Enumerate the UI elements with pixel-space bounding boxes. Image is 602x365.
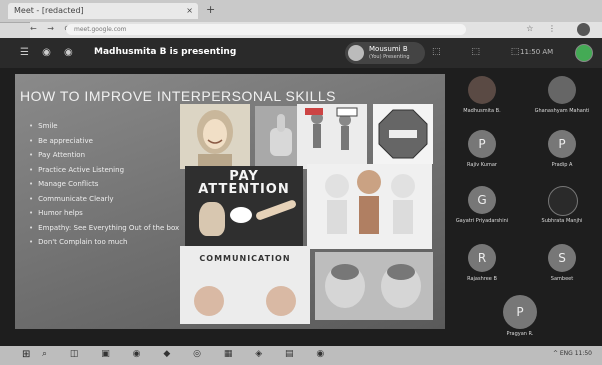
pointing-finger [254, 199, 298, 221]
browser-tab[interactable]: Meet - [redacted] × [8, 3, 198, 19]
browser-tab-strip: Meet - [redacted] × + [0, 0, 602, 23]
presenter-subtitle: (You) Presenting [369, 54, 410, 60]
stop-sign-icon [378, 109, 428, 159]
participant-name: Ghanashyam Mahanti [534, 108, 590, 114]
heads-illustration [325, 264, 421, 308]
bullet-item: Smile [29, 119, 179, 134]
start-icon[interactable]: ⊞ [22, 349, 30, 360]
windows-taskbar: ⊞ ⌕ ◫ ▣ ◉ ◆ ◎ ▦ ◈ ▤ ◉ ^ ENG 11:50 [0, 346, 602, 365]
avatar [348, 45, 364, 61]
avatar: P [468, 130, 496, 158]
teamwork-image [307, 164, 432, 249]
participant-tile[interactable]: G Gayatri Priyadarshini [452, 184, 512, 232]
participant-name: Rajiv Kumar [467, 162, 497, 168]
speech-bubble [229, 206, 253, 224]
participant-name: Sambeet [550, 276, 574, 282]
tab-title: Meet - [redacted] [14, 6, 84, 15]
participant-tile[interactable]: Ghanashyam Mahanti [532, 74, 592, 122]
smile-illustration [197, 110, 233, 169]
presenting-banner: Madhusmita B is presenting [94, 47, 237, 57]
avatar: P [503, 295, 537, 329]
presentation-slide: HOW TO IMPROVE INTERPERSONAL SKILLS Smil… [15, 74, 445, 329]
bullet-item: Communicate Clearly [29, 192, 179, 207]
new-tab-icon[interactable]: + [206, 3, 215, 16]
participant-tile[interactable]: Subhrata Manjhi [532, 184, 592, 232]
presenter-chip[interactable]: Mousumi B (You) Presenting [345, 42, 425, 64]
avatar: S [548, 244, 576, 272]
taskbar-app-icons[interactable]: ⌕ ◫ ▣ ◉ ◆ ◎ ▦ ◈ ▤ ◉ [42, 349, 334, 359]
avatar: G [468, 186, 496, 214]
participant-name: Pradip A [551, 162, 573, 168]
avatar: R [468, 244, 496, 272]
bullet-item: Practice Active Listening [29, 163, 179, 178]
figures-illustration [305, 107, 358, 150]
figure-left [194, 286, 224, 316]
bullet-item: Humor helps [29, 206, 179, 221]
communication-text: COMMUNICATION [199, 254, 291, 263]
bullet-item: Don't Complain too much [29, 235, 179, 250]
stop-sign-image [373, 104, 433, 164]
participant-name: Subhrata Manjhi [541, 218, 583, 224]
avatar [468, 76, 496, 104]
extension-icons[interactable]: ☆ ⋮ [526, 24, 562, 33]
meet-header: ☰ ◉ ◉ Madhusmita B is presenting Mousumi… [0, 38, 602, 68]
participant-tile[interactable]: R Rajashree B [452, 242, 512, 290]
pay-attention-image: PAY ATTENTION [185, 166, 303, 246]
participant-tile[interactable]: Madhusmita B. [452, 74, 512, 122]
bullet-item: Be appreciative [29, 134, 179, 149]
presenter-name: Mousumi B [369, 45, 408, 53]
avatar [548, 76, 576, 104]
communication-image: COMMUNICATION [180, 246, 310, 324]
participant-name: Madhusmita B. [463, 108, 501, 114]
listener-figure [199, 202, 225, 236]
bullet-item: Pay Attention [29, 148, 179, 163]
bullet-item: Manage Conflicts [29, 177, 179, 192]
slide-title: HOW TO IMPROVE INTERPERSONAL SKILLS [20, 88, 336, 104]
participant-tile[interactable]: P Pradip A [532, 128, 592, 176]
clock: 11:50 AM [520, 48, 554, 56]
system-tray[interactable]: ^ ENG 11:50 [553, 350, 592, 357]
profile-icon[interactable] [577, 23, 590, 36]
participant-tile[interactable]: S Sambeet [532, 242, 592, 290]
header-tool-icons[interactable]: ⬚ ⬚ ⬚ [432, 47, 533, 57]
smile-image [180, 104, 250, 169]
pay-attention-text: PAY ATTENTION [198, 169, 290, 197]
participant-name: Rajashree B [467, 276, 497, 282]
bullet-list: Smile Be appreciative Pay Attention Prac… [29, 119, 179, 250]
participant-name: Gayatri Priyadarshini [455, 218, 509, 224]
browser-toolbar: ← → ⟳ meet.google.com ☆ ⋮ [30, 22, 602, 38]
close-icon[interactable]: × [186, 3, 193, 19]
participant-tile[interactable]: P Rajiv Kumar [452, 128, 512, 176]
meet-menu-icons[interactable]: ☰ ◉ ◉ [20, 47, 78, 58]
address-bar[interactable]: meet.google.com [66, 24, 466, 35]
listening-image [315, 252, 433, 320]
avatar [548, 186, 578, 216]
participant-tile[interactable]: P Pragyan R. [490, 295, 550, 343]
avatar: P [548, 130, 576, 158]
conflict-image [297, 104, 367, 169]
figure-right [266, 286, 296, 316]
participant-name: Pragyan R. [506, 331, 534, 337]
teamwork-illustration [325, 170, 415, 234]
bullet-item: Empathy: See Everything Out of the box [29, 221, 179, 236]
account-avatar[interactable] [575, 44, 593, 62]
